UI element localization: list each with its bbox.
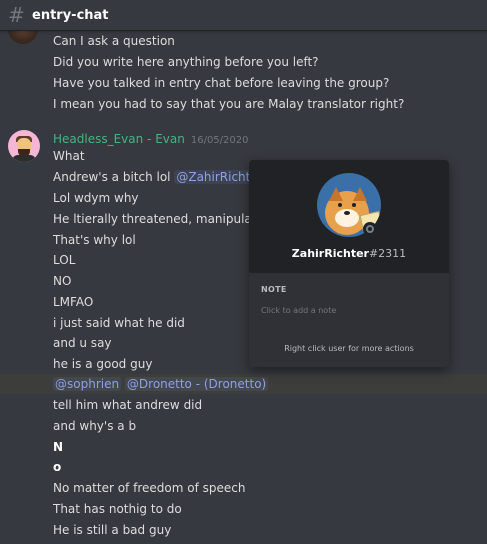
message: That has nothig to do [53, 502, 182, 516]
user-mention[interactable]: @sophrien [53, 377, 122, 391]
message-text: Andrew's a bitch lol [53, 170, 175, 184]
note-input[interactable] [257, 302, 449, 318]
popout-hint: Right click user for more actions [284, 344, 414, 353]
channel-header: # entry-chat [0, 0, 487, 31]
note-label: NOTE [261, 285, 287, 294]
user-profile-popout: ZahirRichter#2311 NOTE Right click user … [249, 160, 449, 367]
message: I mean you had to say that you are Malay… [53, 97, 405, 111]
message: o [53, 460, 62, 474]
message: i just said what he did [53, 316, 185, 330]
popout-header: ZahirRichter#2311 [249, 160, 449, 273]
message: and why's a b [53, 419, 137, 433]
message: He is still a bad guy [53, 523, 172, 537]
message: and u say [53, 336, 112, 350]
message-header: Headless_Evan - Evan 16/05/2020 [53, 131, 248, 149]
message: tell him what andrew did [53, 398, 203, 412]
message: That's why lol [53, 233, 136, 247]
discriminator: #2311 [368, 247, 407, 260]
message: What [53, 149, 85, 163]
hash-icon: # [8, 3, 25, 27]
message: Can I ask a question [53, 34, 175, 48]
user-mention[interactable]: @Dronetto - (Dronetto) [124, 377, 269, 391]
message: @sophrien @Dronetto - (Dronetto) [53, 376, 269, 392]
user-avatar[interactable] [8, 130, 40, 162]
message: He ltierally threatened, manipulated, [53, 212, 276, 226]
message: Andrew's a bitch lol @ZahirRichter [53, 169, 265, 185]
message: Did you write here anything before you l… [53, 55, 319, 69]
profile-username: ZahirRichter#2311 [249, 247, 449, 261]
timestamp: 16/05/2020 [190, 135, 249, 146]
author-name[interactable]: Headless_Evan - Evan [53, 132, 185, 146]
message: Have you talked in entry chat before lea… [53, 76, 390, 90]
user-avatar[interactable] [8, 30, 38, 44]
channel-name: entry-chat [32, 7, 109, 23]
message: No matter of freedom of speech [53, 481, 246, 495]
message: Lol wdym why [53, 191, 139, 205]
message: LMFAO [53, 295, 94, 309]
offline-status-icon [363, 222, 377, 236]
message: N [53, 440, 64, 454]
message: LOL [53, 253, 76, 267]
username: ZahirRichter [291, 247, 369, 260]
message: NO [53, 274, 72, 288]
message: he is a good guy [53, 357, 153, 371]
